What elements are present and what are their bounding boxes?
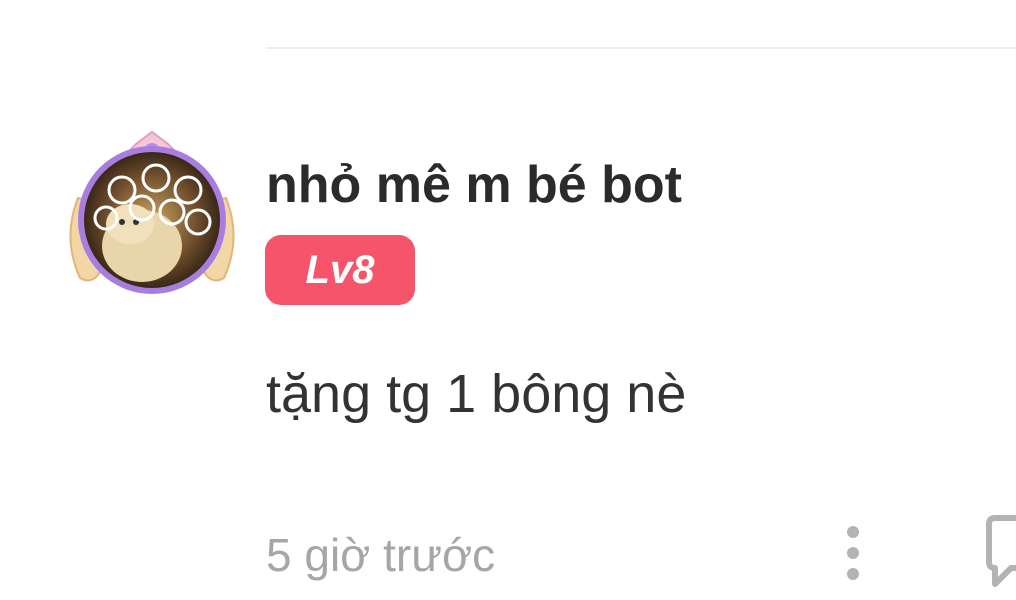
top-divider	[266, 47, 1016, 49]
username[interactable]: nhỏ mê m bé bot	[266, 150, 682, 220]
dot	[847, 546, 859, 559]
avatar-frame-icon	[69, 130, 235, 294]
dot	[847, 567, 859, 580]
avatar[interactable]	[60, 128, 244, 304]
level-badge-label: Lv8	[305, 247, 375, 292]
comment-text: tặng tg 1 bông nè	[266, 364, 687, 424]
timestamp: 5 giờ trước	[266, 529, 496, 581]
comment-icon[interactable]	[985, 512, 1016, 590]
more-vertical-icon[interactable]	[830, 515, 876, 590]
level-badge: Lv8	[265, 235, 415, 305]
dot	[847, 525, 859, 538]
